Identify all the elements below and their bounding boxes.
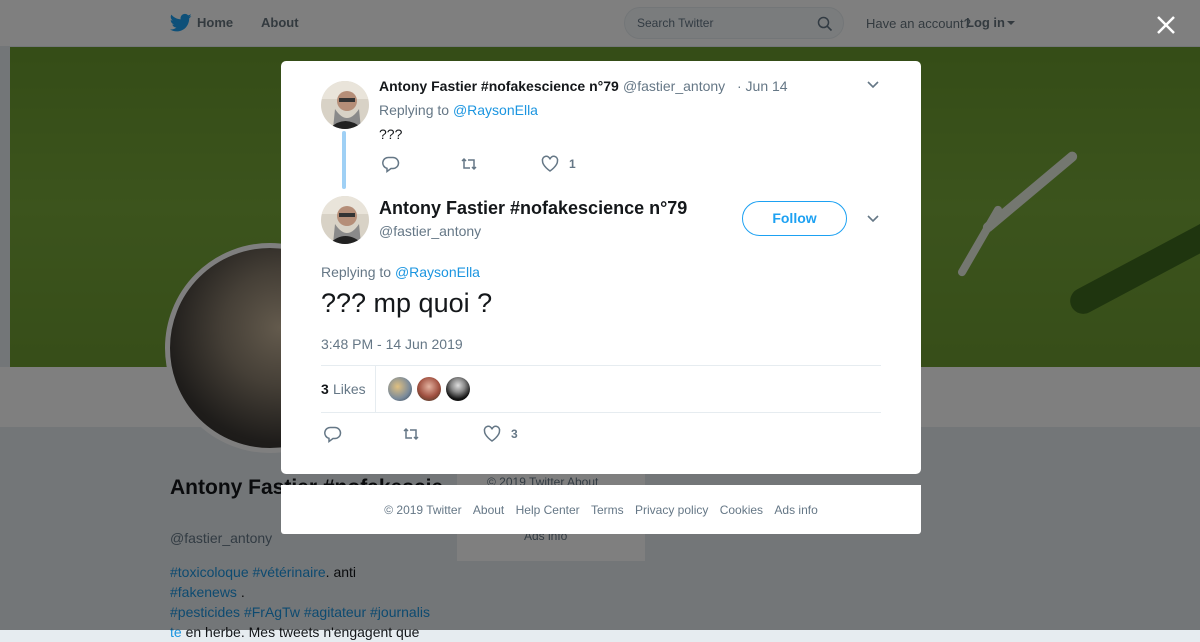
like-count: 3 [511, 427, 518, 441]
parent-tweet-date[interactable]: · Jun 14 [737, 78, 788, 94]
author-handle[interactable]: @fastier_antony [379, 223, 481, 239]
divider [321, 365, 881, 366]
tweet-modal: Antony Fastier #nofakescience n°79 @fast… [281, 61, 921, 474]
heart-icon[interactable] [483, 425, 501, 443]
author-name[interactable]: Antony Fastier #nofakescience n°79 [379, 198, 687, 219]
divider [321, 412, 881, 413]
liker-avatar[interactable] [446, 377, 470, 401]
tweet-text: ??? mp quoi ? [321, 288, 493, 318]
parent-tweet-text: ??? [379, 126, 403, 142]
follow-button[interactable]: Follow [742, 201, 847, 236]
reply-icon[interactable] [324, 425, 342, 443]
tweet-timestamp[interactable]: 3:48 PM - 14 Jun 2019 [321, 336, 463, 352]
replying-prefix: Replying to [379, 102, 453, 118]
replying-to: Replying to @RaysonElla [321, 264, 480, 280]
thread-line [342, 131, 346, 189]
mention-link[interactable]: @RaysonElla [395, 264, 480, 280]
modal-footer: © 2019 Twitter About Help Center Terms P… [281, 485, 921, 534]
retweet-icon[interactable] [460, 155, 478, 173]
close-icon[interactable] [1153, 12, 1179, 38]
divider [375, 366, 376, 412]
avatar[interactable] [321, 196, 369, 244]
avatar[interactable] [321, 81, 369, 129]
parent-author-name[interactable]: Antony Fastier #nofakescience n°79 [379, 78, 619, 94]
liker-avatar[interactable] [388, 377, 412, 401]
footer-privacy-link[interactable]: Privacy policy [635, 503, 708, 517]
footer-about-link[interactable]: About [473, 503, 504, 517]
replying-prefix: Replying to [321, 264, 395, 280]
liker-avatar[interactable] [417, 377, 441, 401]
chevron-down-icon[interactable] [866, 78, 880, 92]
footer-ads-info-link[interactable]: Ads info [774, 503, 817, 517]
parent-author-handle[interactable]: @fastier_antony [623, 78, 725, 94]
reply-icon[interactable] [382, 155, 400, 173]
retweet-icon[interactable] [402, 425, 420, 443]
mention-link[interactable]: @RaysonElla [453, 102, 538, 118]
likes-label[interactable]: Likes [333, 381, 366, 397]
footer-help-link[interactable]: Help Center [516, 503, 580, 517]
footer-copyright: © 2019 Twitter [384, 503, 462, 517]
footer-cookies-link[interactable]: Cookies [720, 503, 763, 517]
likes-count[interactable]: 3 [321, 381, 329, 397]
heart-icon[interactable] [541, 155, 559, 173]
parent-replying-to: Replying to @RaysonElla [379, 102, 538, 118]
chevron-down-icon[interactable] [866, 212, 880, 226]
footer-terms-link[interactable]: Terms [591, 503, 624, 517]
parent-like-count: 1 [569, 157, 576, 171]
